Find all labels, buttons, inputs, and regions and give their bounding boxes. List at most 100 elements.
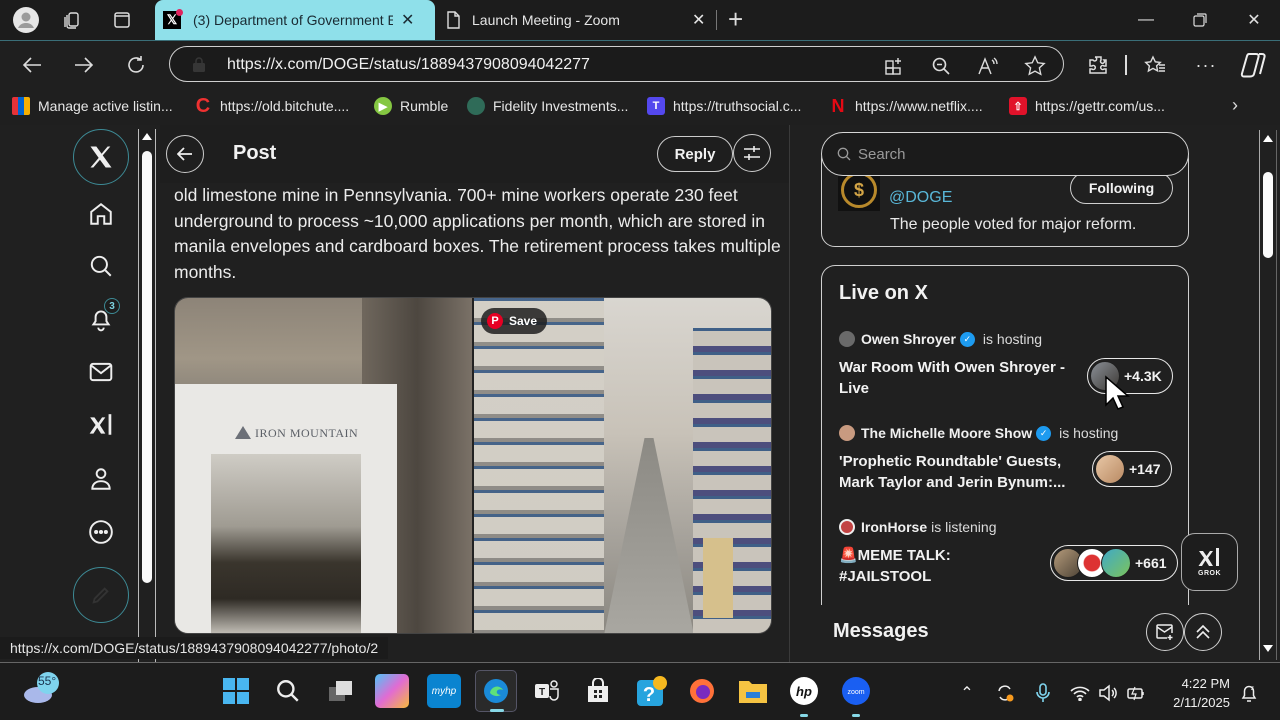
refresh-button[interactable]: [120, 49, 152, 81]
listener-avatar: [1095, 454, 1125, 484]
restore-button[interactable]: [1174, 0, 1226, 40]
media-photo-archive-shelves[interactable]: [474, 298, 771, 633]
media-photo-iron-mountain-entrance[interactable]: IRON MOUNTAIN: [175, 298, 472, 633]
nav-messages[interactable]: [80, 351, 122, 393]
document-icon: [446, 11, 460, 29]
scroll-thumb[interactable]: [1263, 172, 1273, 258]
new-tab-button[interactable]: +: [728, 4, 743, 35]
more-bookmarks-chevron-icon[interactable]: ›: [1232, 95, 1238, 116]
bookmark-bitchute[interactable]: C https://old.bitchute....: [194, 95, 349, 117]
messages-title[interactable]: Messages: [833, 620, 929, 643]
address-bar[interactable]: https://x.com/DOGE/status/18894379080940…: [169, 46, 1064, 82]
listener-count-pill[interactable]: +661: [1050, 545, 1178, 581]
minimize-button[interactable]: —: [1120, 0, 1172, 40]
vertical-tabs-icon[interactable]: [108, 6, 136, 34]
myhp-app[interactable]: myhp: [427, 674, 461, 708]
edge-app[interactable]: [475, 670, 517, 712]
tab-active-x[interactable]: 𝕏 (3) Department of Government Ef ✕: [155, 0, 435, 40]
expand-messages-button[interactable]: [1184, 613, 1222, 651]
url-text[interactable]: https://x.com/DOGE/status/18894379080940…: [227, 56, 590, 74]
workspaces-icon[interactable]: [58, 6, 86, 34]
tab-title: (3) Department of Government Ef: [193, 12, 393, 28]
copilot-app[interactable]: [375, 674, 409, 708]
forward-nav-button[interactable]: [68, 49, 100, 81]
bookmark-gettr[interactable]: ⇧ https://gettr.com/us...: [1009, 97, 1165, 115]
close-tab-icon[interactable]: ✕: [401, 10, 414, 30]
favorites-icon[interactable]: [1139, 49, 1171, 81]
live-host-row[interactable]: IronHorse is listening: [839, 519, 997, 535]
system-clock[interactable]: 4:22 PM 2/11/2025: [1160, 674, 1230, 712]
back-button[interactable]: [166, 135, 204, 173]
listener-count-pill[interactable]: +147: [1092, 451, 1172, 487]
zoom-app[interactable]: zoom: [839, 674, 873, 717]
scroll-thumb[interactable]: [142, 151, 152, 583]
teams-app[interactable]: T: [530, 674, 564, 708]
x-logo-button[interactable]: [73, 129, 129, 185]
bookmark-fidelity[interactable]: Fidelity Investments...: [467, 97, 628, 115]
firefox-app[interactable]: [685, 674, 719, 708]
following-button[interactable]: Following: [1070, 172, 1173, 204]
read-aloud-icon[interactable]: [977, 55, 999, 77]
close-tab-icon[interactable]: ✕: [692, 10, 705, 30]
extensions-icon[interactable]: [1082, 49, 1114, 81]
store-app[interactable]: [581, 674, 615, 708]
scroll-up-arrow-icon[interactable]: [1263, 135, 1273, 142]
more-options-icon[interactable]: ···: [1190, 49, 1222, 81]
show-hidden-icons-chevron-icon[interactable]: ⌃: [956, 682, 978, 704]
add-to-split-screen-icon[interactable]: [883, 55, 905, 77]
right-scrollbar[interactable]: [1259, 130, 1277, 660]
copilot-icon[interactable]: [1238, 49, 1270, 81]
microphone-icon[interactable]: [1032, 682, 1054, 704]
tab-zoom-meeting[interactable]: Launch Meeting - Zoom ✕: [440, 0, 720, 40]
svg-text:hp: hp: [796, 684, 812, 699]
zoom-out-icon[interactable]: [930, 55, 952, 77]
nav-notifications[interactable]: 3: [80, 298, 122, 340]
nav-more[interactable]: [80, 511, 122, 553]
nav-home[interactable]: [80, 193, 122, 235]
bookmark-rumble[interactable]: ▶ Rumble: [374, 97, 448, 115]
profile-avatar-icon[interactable]: [12, 6, 40, 34]
grok-button[interactable]: GROK: [1181, 533, 1238, 591]
sync-icon[interactable]: [994, 682, 1016, 704]
weather-widget[interactable]: 55°: [22, 671, 62, 707]
scroll-up-arrow-icon[interactable]: [142, 133, 152, 140]
file-explorer-app[interactable]: [736, 674, 770, 708]
live-topic[interactable]: 'Prophetic Roundtable' Guests, Mark Tayl…: [839, 451, 1084, 493]
left-scrollbar[interactable]: [138, 129, 156, 662]
status-bar-url: https://x.com/DOGE/status/18894379080940…: [0, 637, 389, 659]
compose-post-button[interactable]: [73, 567, 129, 623]
hp-app[interactable]: hp: [787, 674, 821, 717]
running-indicator: [800, 714, 808, 717]
bookmark-ebay[interactable]: Manage active listin...: [12, 97, 173, 115]
favorite-star-icon[interactable]: [1024, 55, 1046, 77]
pinterest-save-button[interactable]: P Save: [481, 308, 548, 334]
live-topic[interactable]: 🚨MEME TALK: #JAILSTOOL: [839, 545, 989, 587]
nav-profile[interactable]: [80, 458, 122, 500]
bookmark-truthsocial[interactable]: T https://truthsocial.c...: [647, 97, 801, 115]
host-action: is hosting: [1059, 425, 1119, 441]
search-input[interactable]: Search: [821, 132, 1189, 176]
scroll-down-arrow-icon[interactable]: [1263, 645, 1273, 652]
new-message-button[interactable]: [1146, 613, 1184, 651]
taskbar-search[interactable]: [271, 674, 305, 708]
notifications-snooze-bell-icon[interactable]: z: [1238, 682, 1260, 704]
nav-grok[interactable]: [80, 404, 122, 446]
live-host-row[interactable]: Owen Shroyer ✓ is hosting: [839, 331, 1042, 347]
post-media[interactable]: IRON MOUNTAIN P Save: [174, 297, 772, 634]
close-window-button[interactable]: ✕: [1228, 0, 1280, 40]
nav-explore[interactable]: [80, 245, 122, 287]
battery-icon[interactable]: [1125, 682, 1147, 704]
profile-handle[interactable]: @DOGE: [889, 189, 952, 207]
get-help-app[interactable]: ?: [635, 674, 669, 708]
tab-strip: 𝕏 (3) Department of Government Ef ✕ Laun…: [0, 0, 1280, 40]
task-view[interactable]: [324, 674, 358, 708]
reply-button[interactable]: Reply: [657, 136, 733, 172]
wifi-icon[interactable]: [1069, 682, 1091, 704]
reply-settings-button[interactable]: [733, 134, 771, 172]
start-button[interactable]: [219, 674, 253, 708]
back-nav-button[interactable]: [16, 49, 48, 81]
live-host-row[interactable]: The Michelle Moore Show ✓ is hosting: [839, 425, 1118, 441]
bookmark-netflix[interactable]: N https://www.netflix....: [829, 96, 983, 116]
volume-icon[interactable]: [1097, 682, 1119, 704]
live-topic[interactable]: War Room With Owen Shroyer - Live: [839, 357, 1084, 399]
